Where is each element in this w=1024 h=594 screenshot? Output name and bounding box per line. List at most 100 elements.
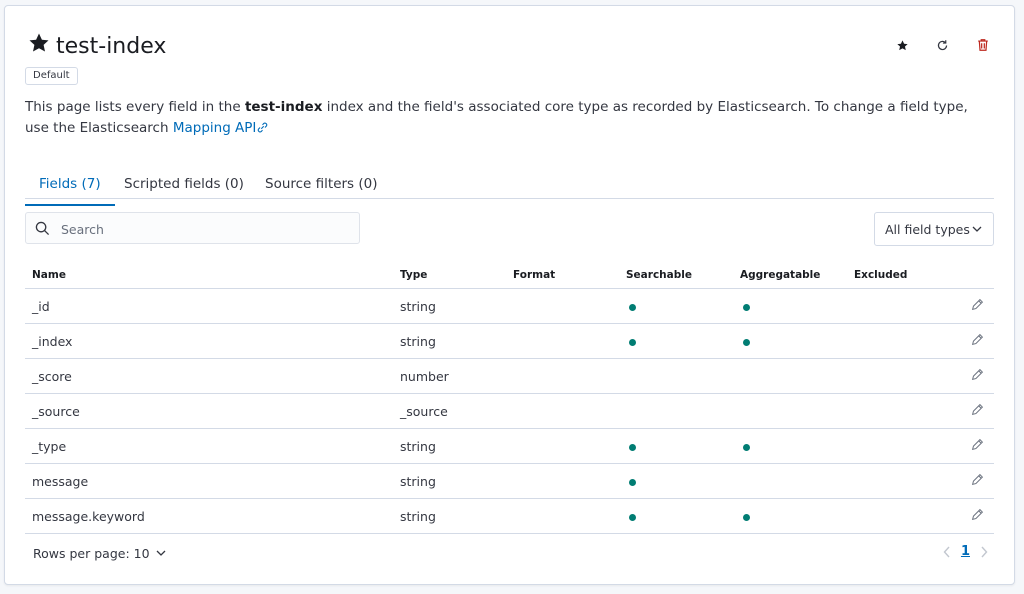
refresh-icon bbox=[937, 39, 947, 50]
field-name: _id bbox=[25, 288, 393, 324]
edit-field-button[interactable] bbox=[971, 438, 984, 454]
table-header-row: Name Type Format Searchable Aggregatable… bbox=[25, 262, 994, 289]
col-aggregatable[interactable]: Aggregatable bbox=[733, 262, 847, 289]
refresh-button[interactable] bbox=[934, 37, 950, 53]
edit-field-button[interactable] bbox=[971, 508, 984, 524]
field-actions bbox=[961, 463, 994, 499]
table-row: _id string bbox=[25, 288, 994, 324]
pencil-icon bbox=[971, 438, 984, 451]
star-filled-icon bbox=[27, 31, 51, 55]
field-name: message bbox=[25, 463, 393, 499]
col-actions bbox=[961, 262, 994, 289]
tab-fields[interactable]: Fields (7) bbox=[25, 173, 115, 206]
field-name: _score bbox=[25, 358, 393, 394]
field-format bbox=[506, 428, 619, 464]
col-excluded[interactable]: Excluded bbox=[847, 262, 961, 289]
col-format[interactable]: Format bbox=[506, 262, 619, 289]
field-type: number bbox=[393, 358, 506, 394]
edit-field-button[interactable] bbox=[971, 368, 984, 384]
field-name: message.keyword bbox=[25, 498, 393, 534]
field-type: string bbox=[393, 498, 506, 534]
aggregatable-dot-icon bbox=[743, 338, 750, 346]
pencil-icon bbox=[971, 298, 984, 311]
searchable-dot-icon bbox=[629, 443, 636, 451]
rows-per-page-button[interactable]: Rows per page: 10 bbox=[33, 546, 166, 561]
field-searchable bbox=[619, 393, 733, 429]
page-title: test-index bbox=[56, 34, 167, 59]
table-row: message.keyword string bbox=[25, 498, 994, 534]
field-aggregatable bbox=[733, 393, 847, 429]
next-page-button[interactable] bbox=[980, 546, 988, 558]
index-name-bold: test-index bbox=[244, 99, 323, 115]
edit-field-button[interactable] bbox=[971, 298, 984, 314]
edit-field-button[interactable] bbox=[971, 333, 984, 349]
field-format bbox=[506, 288, 619, 324]
searchable-dot-icon bbox=[629, 338, 636, 346]
field-searchable bbox=[619, 428, 733, 464]
pencil-icon bbox=[971, 473, 984, 486]
table-row: _score number bbox=[25, 358, 994, 394]
field-searchable bbox=[619, 288, 733, 324]
field-excluded bbox=[847, 393, 961, 429]
field-format bbox=[506, 358, 619, 394]
field-aggregatable bbox=[733, 498, 847, 534]
table-row: _source _source bbox=[25, 393, 994, 429]
aggregatable-dot-icon bbox=[743, 513, 750, 521]
col-name[interactable]: Name bbox=[25, 262, 393, 289]
table-row: _index string bbox=[25, 323, 994, 359]
pagination: 1 bbox=[943, 544, 988, 559]
field-aggregatable bbox=[733, 323, 847, 359]
aggregatable-dot-icon bbox=[743, 303, 750, 311]
field-type: string bbox=[393, 323, 506, 359]
field-actions bbox=[961, 428, 994, 464]
field-format bbox=[506, 498, 619, 534]
edit-field-button[interactable] bbox=[971, 403, 984, 419]
default-badge: Default bbox=[25, 67, 78, 85]
index-pattern-panel: test-index Default This page lists every… bbox=[4, 5, 1015, 585]
tab-scripted-fields[interactable]: Scripted fields (0) bbox=[124, 173, 244, 205]
col-type[interactable]: Type bbox=[393, 262, 506, 289]
delete-index-pattern-button[interactable] bbox=[975, 37, 991, 53]
tab-bar: Fields (7) Scripted fields (0) Source fi… bbox=[25, 166, 994, 206]
searchable-dot-icon bbox=[629, 478, 636, 486]
field-type: string bbox=[393, 428, 506, 464]
field-excluded bbox=[847, 428, 961, 464]
field-type-filter[interactable]: All field types bbox=[874, 212, 994, 246]
search-input[interactable] bbox=[59, 218, 353, 240]
field-searchable bbox=[619, 463, 733, 499]
field-format bbox=[506, 463, 619, 499]
pencil-icon bbox=[971, 403, 984, 416]
searchable-dot-icon bbox=[629, 513, 636, 521]
aggregatable-dot-icon bbox=[743, 443, 750, 451]
field-excluded bbox=[847, 288, 961, 324]
col-searchable[interactable]: Searchable bbox=[619, 262, 733, 289]
field-name: _type bbox=[25, 428, 393, 464]
previous-page-button[interactable] bbox=[943, 546, 951, 558]
field-type-filter-label: All field types bbox=[885, 222, 970, 237]
chevron-down-icon bbox=[156, 550, 165, 556]
field-aggregatable bbox=[733, 358, 847, 394]
page-1-button[interactable]: 1 bbox=[961, 544, 970, 559]
chevron-right-icon bbox=[981, 546, 988, 557]
searchable-dot-icon bbox=[629, 303, 636, 311]
field-aggregatable bbox=[733, 463, 847, 499]
field-type: _source bbox=[393, 393, 506, 429]
set-default-star-button[interactable] bbox=[894, 37, 910, 53]
pencil-icon bbox=[971, 508, 984, 521]
field-actions bbox=[961, 498, 994, 534]
field-searchable bbox=[619, 498, 733, 534]
link-icon bbox=[258, 122, 268, 133]
field-excluded bbox=[847, 323, 961, 359]
fields-table: Name Type Format Searchable Aggregatable… bbox=[25, 262, 994, 534]
tab-source-filters[interactable]: Source filters (0) bbox=[265, 173, 378, 205]
page-description: This page lists every field in the test-… bbox=[25, 99, 968, 136]
trash-icon bbox=[978, 39, 988, 51]
search-box bbox=[25, 212, 360, 244]
mapping-api-link[interactable]: Mapping API bbox=[173, 120, 270, 136]
field-actions bbox=[961, 323, 994, 359]
field-format bbox=[506, 323, 619, 359]
field-searchable bbox=[619, 358, 733, 394]
field-format bbox=[506, 393, 619, 429]
pencil-icon bbox=[971, 368, 984, 381]
edit-field-button[interactable] bbox=[971, 473, 984, 489]
